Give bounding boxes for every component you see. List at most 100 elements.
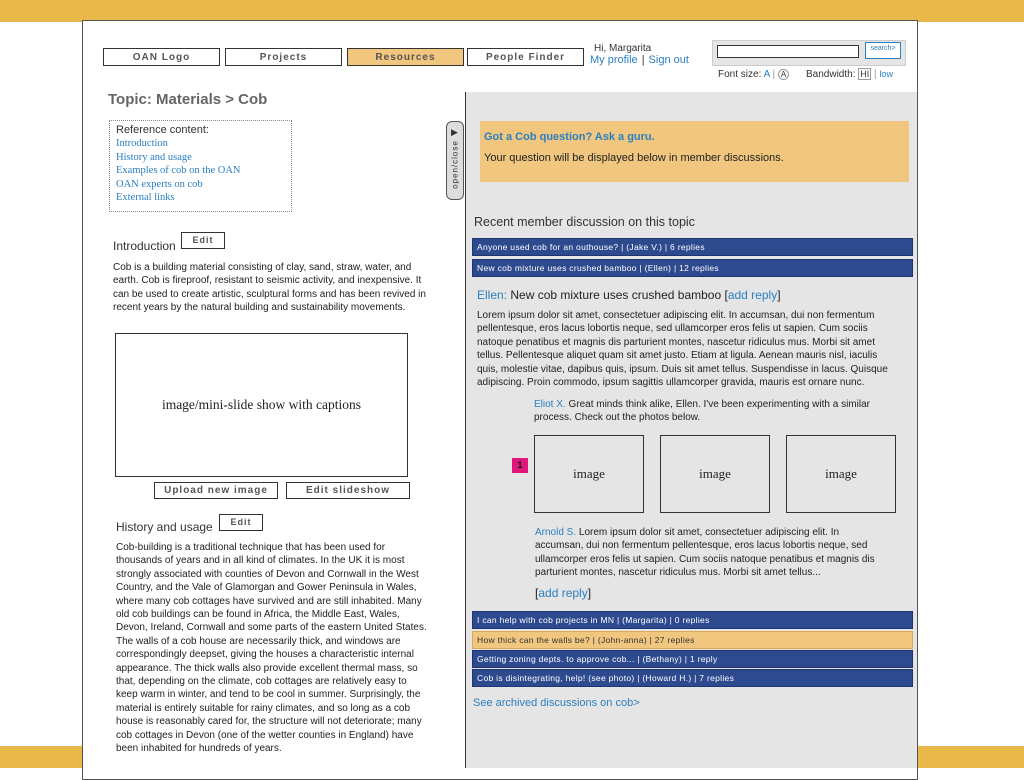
font-size-large-button[interactable]: A — [777, 69, 790, 80]
bandwidth-hi-button[interactable]: HI — [858, 68, 872, 80]
bandwidth-control: Bandwidth: HI | low — [806, 68, 893, 80]
logo-button[interactable]: OAN Logo — [103, 48, 220, 66]
slideshow[interactable]: image/mini-slide show with captions — [115, 333, 408, 477]
intro-line: recent years by the natural building and… — [113, 302, 406, 314]
ask-guru-box[interactable]: Got a Cob question? Ask a guru. Your que… — [480, 121, 909, 182]
reply-image[interactable]: image — [534, 435, 644, 513]
thread-line: pellentesque, eros lacus lobortis neque,… — [477, 323, 868, 335]
history-line: that, depending on the climate, cob cott… — [116, 676, 407, 688]
ask-guru-subtext: Your question will be displayed below in… — [484, 152, 784, 164]
reference-title: Reference content: — [116, 124, 209, 136]
edit-slideshow-button[interactable]: Edit slideshow — [286, 482, 410, 499]
image-label: image — [573, 466, 605, 481]
thread-line: Lorem ipsum dolor sit amet, consectetuer… — [477, 310, 875, 321]
reply-line: parturient montes, nascetur ridiculus mu… — [535, 567, 821, 579]
history-line: material is entirely suitable for rainy … — [116, 702, 411, 714]
discussion-row[interactable]: Anyone used cob for an outhouse? | (Jake… — [472, 238, 913, 256]
my-profile-link[interactable]: My profile — [590, 54, 638, 66]
history-line: been inhabited for hundreds of years. — [116, 743, 282, 755]
history-line: house is reasonably cared for, the struc… — [116, 716, 422, 728]
history-line: Devon, Ireland, Cornwall and some parts … — [116, 622, 427, 634]
reply-author[interactable]: Arnold S. — [535, 527, 576, 538]
page-title: Topic: Materials > Cob — [108, 91, 268, 108]
triangle-right-icon: ▶ — [451, 127, 458, 137]
ref-link-external[interactable]: External links — [116, 191, 285, 205]
open-close-label: open/close — [450, 140, 460, 189]
font-size-control: Font size: A | A — [718, 69, 790, 80]
history-heading: History and usage — [116, 520, 213, 534]
add-reply-bottom: [add reply] — [535, 586, 592, 600]
reply-image[interactable]: image — [660, 435, 770, 513]
thread-line: quis, molestie vitae, dapibus quis, ipsu… — [477, 363, 888, 375]
history-line: where many cob cottages have survived an… — [116, 595, 422, 607]
intro-edit-button[interactable]: Edit — [181, 232, 225, 249]
thread-header: Ellen: New cob mixture uses crushed bamb… — [477, 288, 781, 302]
add-reply-link[interactable]: add reply — [538, 586, 587, 600]
discussion-row[interactable]: Getting zoning depts. to approve cob... … — [472, 650, 913, 668]
thread-line: tellus. Pellentesque aliquet quam sit am… — [477, 350, 878, 362]
reply-author[interactable]: Eliot X. — [534, 399, 566, 410]
thread-line: adipiscing. Proin commodo, ipsum sagitti… — [477, 377, 865, 389]
font-size-small-button[interactable]: A — [764, 69, 770, 80]
sign-out-link[interactable]: Sign out — [649, 54, 689, 66]
history-line: The walls of a cob house are necessarily… — [116, 635, 401, 647]
recent-discussion-heading: Recent member discussion on this topic — [474, 215, 695, 229]
thread-body: Lorem ipsum dolor sit amet, consectetuer… — [477, 309, 899, 389]
link-separator: | — [641, 54, 645, 66]
history-line: thousands of years and in all kind of cl… — [116, 555, 405, 567]
history-line: appearance. The thick walls also provide… — [116, 662, 418, 674]
nav-projects[interactable]: Projects — [225, 48, 342, 66]
ref-link-experts[interactable]: OAN experts on cob — [116, 178, 285, 192]
font-size-label: Font size: — [718, 69, 762, 80]
intro-line: can be used to create artistic, sculptur… — [113, 288, 426, 300]
user-links: My profile | Sign out — [590, 54, 689, 66]
history-edit-button[interactable]: Edit — [219, 514, 263, 531]
intro-line: earth. Cob is fireproof, resistant to se… — [113, 275, 422, 287]
bandwidth-label: Bandwidth: — [806, 69, 856, 80]
discussion-row-highlighted[interactable]: How thick can the walls be? | (John-anna… — [472, 631, 913, 649]
upload-image-button[interactable]: Upload new image — [154, 482, 278, 499]
nav-resources[interactable]: Resources — [347, 48, 464, 66]
reply-arnold: Arnold S. Lorem ipsum dolor sit amet, co… — [535, 526, 890, 580]
history-line: Country, and the Vale of Glamorgan and G… — [116, 582, 417, 594]
reply-line: process. Check out the photos below. — [534, 412, 701, 424]
history-line: old cob buildings can be found in Africa… — [116, 609, 400, 621]
reply-image[interactable]: image — [786, 435, 896, 513]
image-label: image — [699, 466, 731, 481]
ref-link-introduction[interactable]: Introduction — [116, 137, 285, 151]
reply-line: Lorem ipsum dolor sit amet, consectetuer… — [578, 527, 840, 538]
reply-line: accumsan, dui non fermentum pellentesque… — [535, 540, 868, 552]
nav-people-finder[interactable]: People Finder — [467, 48, 584, 66]
open-close-tab[interactable]: ▶ open/close — [446, 121, 464, 200]
reply-eliot: Eliot X. Great minds think alike, Ellen.… — [534, 398, 886, 425]
ref-link-examples[interactable]: Examples of cob on the OAN — [116, 164, 285, 178]
add-reply-link[interactable]: add reply — [728, 288, 777, 302]
thread-author[interactable]: Ellen: — [477, 288, 507, 302]
separator: | — [772, 69, 776, 80]
history-line: correspondingly deepset, giving the hous… — [116, 649, 414, 661]
column-divider — [465, 92, 466, 768]
user-greeting: Hi, Margarita — [594, 43, 652, 54]
top-band — [0, 0, 1024, 22]
discussion-row[interactable]: Cob is disintegrating, help! (see photo)… — [472, 669, 913, 687]
intro-line: Cob is a building material consisting of… — [113, 262, 412, 273]
reply-line: Great minds think alike, Ellen. I've bee… — [568, 399, 870, 410]
history-line: keep warm in winter, and tend to be cool… — [116, 689, 421, 701]
search-button[interactable]: search> — [865, 42, 901, 59]
discussion-row[interactable]: New cob mixture uses crushed bamboo | (E… — [472, 259, 913, 277]
search-input[interactable] — [717, 45, 859, 58]
history-text: Cob-building is a traditional technique … — [116, 541, 427, 756]
slideshow-caption: image/mini-slide show with captions — [161, 397, 362, 412]
ref-link-history[interactable]: History and usage — [116, 151, 285, 165]
thread-title: New cob mixture uses crushed bamboo — [510, 288, 722, 302]
separator: | — [874, 69, 877, 80]
archived-discussions-link[interactable]: See archived discussions on cob> — [473, 697, 640, 709]
ask-guru-link[interactable]: Got a Cob question? Ask a guru. — [484, 131, 905, 143]
intro-text: Cob is a building material consisting of… — [113, 261, 426, 315]
bandwidth-low-button[interactable]: low — [879, 69, 893, 79]
image-label: image — [825, 466, 857, 481]
intro-heading: Introduction — [113, 239, 176, 253]
discussion-row[interactable]: I can help with cob projects in MN | (Ma… — [472, 611, 913, 629]
reference-box: Reference content: Introduction History … — [109, 120, 292, 212]
annotation-badge: 1 — [512, 458, 528, 473]
